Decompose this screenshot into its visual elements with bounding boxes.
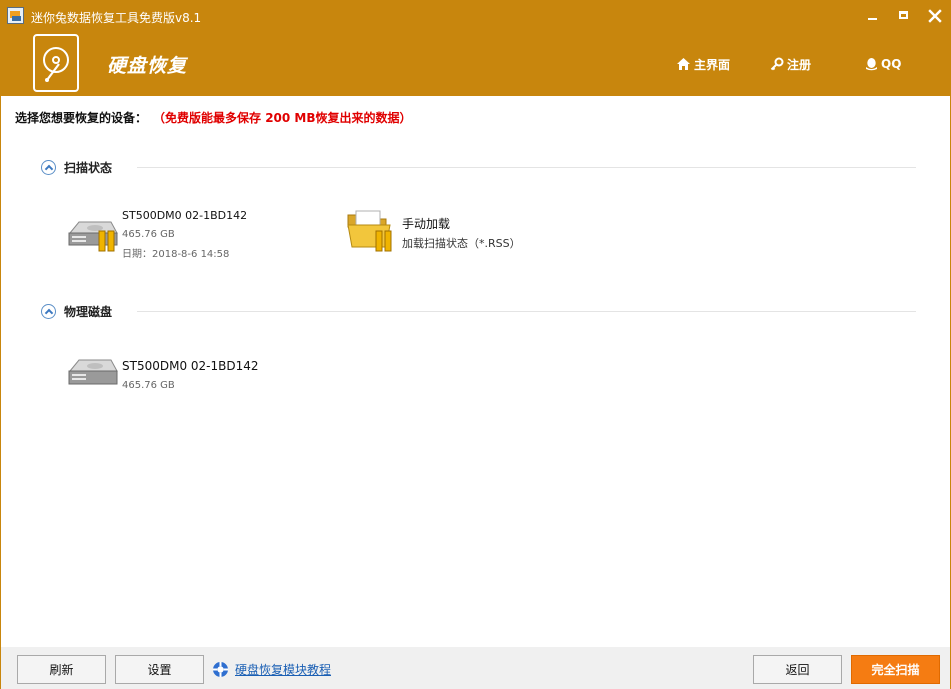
section-divider xyxy=(137,311,916,312)
hard-drive-icon xyxy=(68,359,118,385)
prompt-label: 选择您想要恢复的设备： xyxy=(15,111,148,125)
help-link-label[interactable]: 硬盘恢复模块教程 xyxy=(235,661,331,678)
back-button[interactable]: 返回 xyxy=(753,655,842,684)
section-physical-disks-title: 物理磁盘 xyxy=(64,304,113,319)
manual-load-title: 手动加载 xyxy=(402,217,451,231)
close-icon xyxy=(928,9,942,23)
device-prompt: 选择您想要恢复的设备： （免费版能最多保存 200 MB恢复出来的数据） xyxy=(15,109,412,126)
section-scan-status-title: 扫描状态 xyxy=(64,160,113,175)
chevron-up-circle-icon[interactable] xyxy=(41,303,56,319)
hard-disk-logo-icon xyxy=(33,34,79,92)
header-title: 硬盘恢复 xyxy=(107,55,188,77)
help-link[interactable]: 硬盘恢复模块教程 xyxy=(212,661,331,678)
section-physical-disks-header[interactable]: 物理磁盘 xyxy=(41,302,112,320)
minimize-button[interactable] xyxy=(862,6,884,26)
chevron-up-circle-icon[interactable] xyxy=(41,159,56,175)
nav-qq[interactable]: QQ xyxy=(865,56,901,72)
scan-date: 日期：2018-8-6 14:58 xyxy=(122,249,230,260)
title-bar[interactable]: 迷你兔数据恢复工具免费版v8.1 xyxy=(1,1,950,32)
lifebuoy-icon xyxy=(213,662,228,677)
nav-home[interactable]: 主界面 xyxy=(676,56,730,72)
refresh-button[interactable]: 刷新 xyxy=(17,655,106,684)
nav-home-label: 主界面 xyxy=(694,57,731,72)
manual-load-item[interactable]: 手动加载 加载扫描状态（*.RSS） xyxy=(346,205,566,261)
section-divider xyxy=(137,167,916,168)
bottom-toolbar: 刷新 设置 硬盘恢复模块教程 返回 完全扫描 xyxy=(1,647,950,689)
disk-name: ST500DM0 02-1BD142 xyxy=(122,209,248,222)
app-window: 迷你兔数据恢复工具免费版v8.1 硬盘恢复 主界面 注册 QQ 选择您想要恢复的… xyxy=(0,0,951,689)
maximize-button[interactable] xyxy=(893,6,915,26)
disk-size: 465.76 GB xyxy=(122,229,175,240)
window-title: 迷你兔数据恢复工具免费版v8.1 xyxy=(31,11,202,25)
scan-status-disk-item[interactable]: ST500DM0 02-1BD142 465.76 GB 日期：2018-8-6… xyxy=(67,205,267,261)
section-scan-status-header[interactable]: 扫描状态 xyxy=(41,158,112,176)
nav-register[interactable]: 注册 xyxy=(770,56,811,72)
qq-penguin-icon xyxy=(866,58,877,71)
physical-disk-item[interactable]: ST500DM0 02-1BD142 465.76 GB xyxy=(67,355,267,399)
free-version-warning: （免费版能最多保存 200 MB恢复出来的数据） xyxy=(159,111,412,125)
home-icon xyxy=(677,58,690,70)
full-scan-button[interactable]: 完全扫描 xyxy=(851,655,940,684)
nav-register-label: 注册 xyxy=(787,57,812,72)
app-icon xyxy=(7,7,24,24)
disk-name: ST500DM0 02-1BD142 xyxy=(122,359,259,373)
nav-qq-label: QQ xyxy=(881,57,902,71)
key-icon xyxy=(770,57,784,71)
manual-load-detail: 加载扫描状态（*.RSS） xyxy=(402,237,521,250)
hard-drive-icon xyxy=(68,221,118,252)
close-button[interactable] xyxy=(924,6,946,26)
disk-size: 465.76 GB xyxy=(122,380,175,391)
folder-icon xyxy=(347,210,392,252)
settings-button[interactable]: 设置 xyxy=(115,655,204,684)
header-banner: 硬盘恢复 主界面 注册 QQ xyxy=(1,32,950,96)
